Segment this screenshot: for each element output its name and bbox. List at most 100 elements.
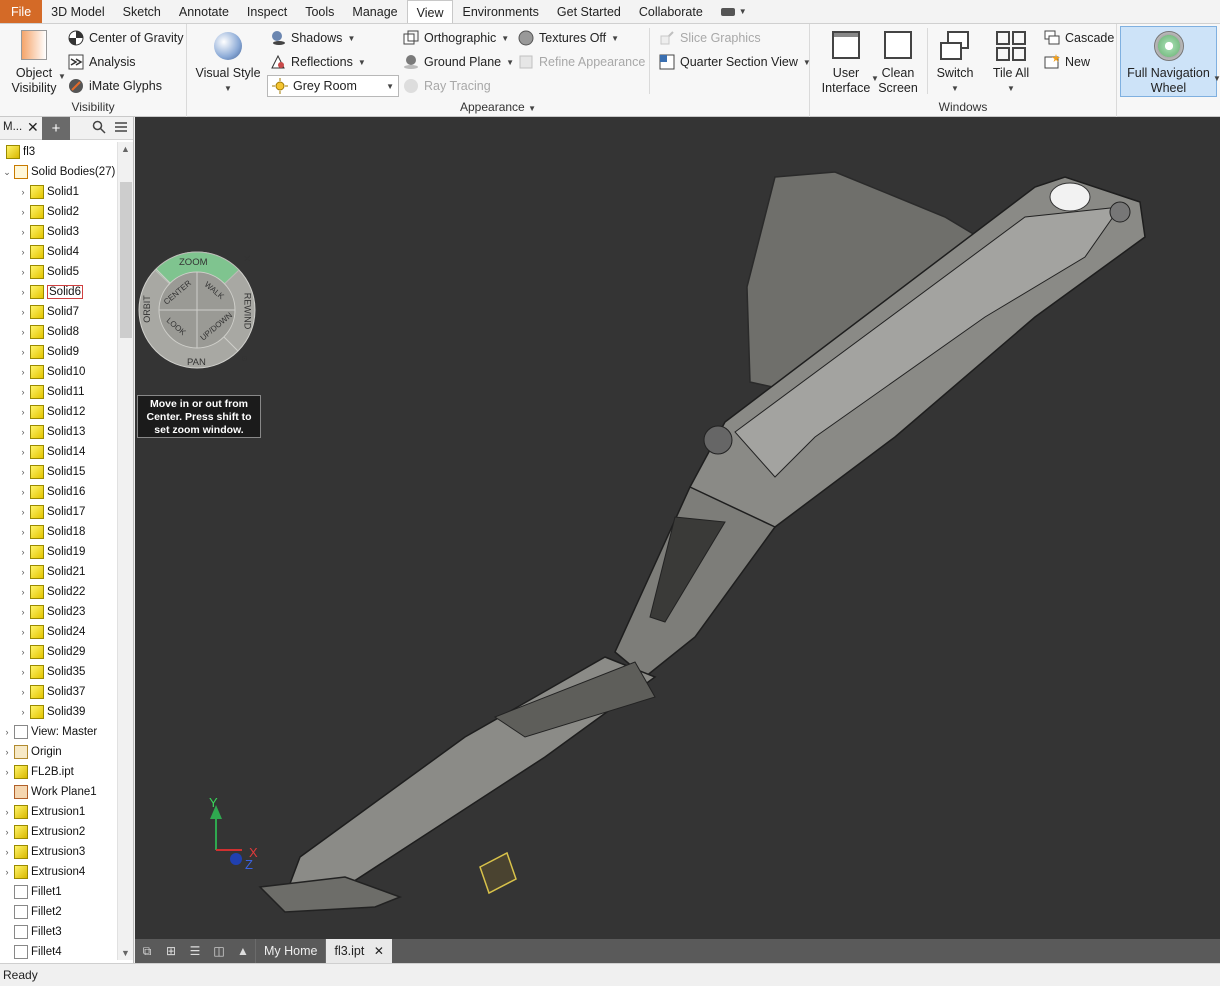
user-interface-button[interactable]: User Interface	[818, 30, 874, 96]
vertical-layout-icon[interactable]: ◫	[207, 939, 231, 963]
tree-root[interactable]: fl3	[4, 142, 35, 162]
scrollbar-thumb[interactable]	[120, 182, 132, 338]
tree-feature-item[interactable]: Work Plane1	[2, 782, 97, 802]
expand-chevron-icon[interactable]: ›	[18, 347, 28, 357]
expand-chevron-icon[interactable]: ›	[18, 567, 28, 577]
lighting-style-dropdown[interactable]: Grey Room ▼	[267, 75, 399, 97]
tree-solid-solid9[interactable]: › Solid9	[18, 342, 79, 362]
tree-feature-item[interactable]: Fillet3	[2, 922, 62, 942]
collapse-chevron-icon[interactable]: ⌄	[2, 167, 12, 178]
tree-solid-solid23[interactable]: › Solid23	[18, 602, 85, 622]
tab-tools[interactable]: Tools	[296, 0, 343, 23]
tree-solid-solid8[interactable]: › Solid8	[18, 322, 79, 342]
scroll-down-icon[interactable]: ▼	[121, 948, 130, 958]
tree-feature-item[interactable]: Fillet2	[2, 902, 62, 922]
expand-chevron-icon[interactable]: ›	[18, 467, 28, 477]
expand-chevron-icon[interactable]: ›	[18, 267, 28, 277]
tree-solid-solid4[interactable]: › Solid4	[18, 242, 79, 262]
close-icon[interactable]: ✕	[27, 119, 39, 136]
tree-solid-bodies[interactable]: ⌄ Solid Bodies(27)	[2, 162, 115, 182]
tree-feature-item[interactable]: › Origin	[2, 742, 62, 762]
new-window-button[interactable]: New	[1044, 54, 1090, 70]
expand-chevron-icon[interactable]: ›	[2, 827, 12, 837]
tree-solid-solid24[interactable]: › Solid24	[18, 622, 85, 642]
expand-chevron-icon[interactable]: ›	[18, 687, 28, 697]
expand-chevron-icon[interactable]: ›	[18, 527, 28, 537]
tree-feature-item[interactable]: › Extrusion3	[2, 842, 85, 862]
navwheel-menu-icon[interactable]: ⊙	[241, 354, 248, 363]
expand-chevron-icon[interactable]: ›	[18, 587, 28, 597]
tab-environments[interactable]: Environments	[453, 0, 547, 23]
tree-feature-item[interactable]: › Extrusion1	[2, 802, 85, 822]
add-browser-button[interactable]: +	[42, 117, 70, 140]
tab-my-home[interactable]: My Home	[255, 939, 325, 963]
expand-chevron-icon[interactable]: ›	[18, 647, 28, 657]
expand-chevron-icon[interactable]: ›	[18, 547, 28, 557]
tree-feature-item[interactable]: › Extrusion4	[2, 862, 85, 882]
expand-chevron-icon[interactable]: ›	[18, 627, 28, 637]
tree-solid-solid15[interactable]: › Solid15	[18, 462, 85, 482]
quarter-section-view-button[interactable]: Quarter Section View ▼	[659, 54, 811, 70]
expand-chevron-icon[interactable]: ›	[18, 387, 28, 397]
tree-solid-solid16[interactable]: › Solid16	[18, 482, 85, 502]
tree-feature-item[interactable]: › FL2B.ipt	[2, 762, 74, 782]
tree-solid-solid11[interactable]: › Solid11	[18, 382, 85, 402]
tree-solid-solid14[interactable]: › Solid14	[18, 442, 85, 462]
tree-solid-solid29[interactable]: › Solid29	[18, 642, 85, 662]
expand-chevron-icon[interactable]: ›	[18, 287, 28, 297]
tab-list-up-icon[interactable]: ▲	[231, 939, 255, 963]
navwheel-orbit[interactable]: ORBIT	[142, 295, 152, 323]
switch-button[interactable]: Switch ▼	[932, 30, 978, 96]
navigation-wheel[interactable]: ZOOM ORBIT CENTER WALK REWIND LOOK UP/DO…	[137, 250, 257, 370]
close-icon[interactable]: ✕	[374, 944, 384, 958]
object-visibility-button[interactable]: Object Visibility	[8, 30, 60, 96]
tile-all-button[interactable]: Tile All ▼	[986, 30, 1036, 96]
reflections-button[interactable]: Reflections ▼	[270, 54, 366, 70]
cascade-button[interactable]: Cascade	[1044, 30, 1114, 46]
imate-glyphs-button[interactable]: iMate Glyphs	[68, 78, 162, 94]
tree-solid-solid21[interactable]: › Solid21	[18, 562, 85, 582]
tree-solid-solid37[interactable]: › Solid37	[18, 682, 85, 702]
search-icon[interactable]	[92, 120, 106, 137]
expand-chevron-icon[interactable]: ›	[2, 867, 12, 877]
graphics-viewport[interactable]: Y X Z ZOOM ORBIT CENTER WALK REWIND LOOK…	[135, 117, 1220, 939]
expand-chevron-icon[interactable]: ›	[18, 427, 28, 437]
expand-chevron-icon[interactable]: ›	[18, 207, 28, 217]
tab-manage[interactable]: Manage	[343, 0, 406, 23]
expand-chevron-icon[interactable]: ›	[18, 327, 28, 337]
tab-sketch[interactable]: Sketch	[114, 0, 170, 23]
expand-chevron-icon[interactable]: ›	[18, 607, 28, 617]
tree-solid-solid1[interactable]: › Solid1	[18, 182, 79, 202]
tab-view[interactable]: View	[406, 0, 454, 23]
expand-chevron-icon[interactable]: ›	[2, 767, 12, 777]
full-navigation-wheel-button[interactable]: Full Navigation Wheel	[1120, 26, 1217, 97]
expand-chevron-icon[interactable]: ›	[18, 407, 28, 417]
analysis-button[interactable]: Analysis	[68, 54, 136, 70]
horizontal-layout-icon[interactable]: ☰	[183, 939, 207, 963]
visual-style-button[interactable]: Visual Style ▼	[195, 30, 261, 96]
tree-solid-solid10[interactable]: › Solid10	[18, 362, 85, 382]
ground-plane-button[interactable]: Ground Plane ▼	[403, 54, 514, 70]
clean-screen-button[interactable]: Clean Screen	[876, 30, 920, 96]
tab-3d-model[interactable]: 3D Model	[42, 0, 114, 23]
expand-chevron-icon[interactable]: ›	[2, 807, 12, 817]
appearance-panel-title[interactable]: Appearance ▼	[187, 100, 809, 114]
tree-solid-solid13[interactable]: › Solid13	[18, 422, 85, 442]
expand-chevron-icon[interactable]: ›	[2, 847, 12, 857]
expand-chevron-icon[interactable]: ›	[18, 307, 28, 317]
expand-chevron-icon[interactable]: ›	[2, 727, 12, 737]
tab-annotate[interactable]: Annotate	[170, 0, 238, 23]
center-of-gravity-button[interactable]: Center of Gravity	[68, 30, 183, 46]
expand-chevron-icon[interactable]: ›	[18, 367, 28, 377]
expand-chevron-icon[interactable]: ›	[18, 447, 28, 457]
textures-off-button[interactable]: Textures Off ▼	[518, 30, 619, 46]
scroll-up-icon[interactable]: ▲	[121, 144, 130, 154]
close-icon[interactable]: ✕	[243, 254, 251, 265]
tile-layout-icon[interactable]: ⊞	[159, 939, 183, 963]
tree-solid-solid12[interactable]: › Solid12	[18, 402, 85, 422]
expand-chevron-icon[interactable]: ›	[18, 227, 28, 237]
tab-collaborate[interactable]: Collaborate	[630, 0, 712, 23]
tree-solid-solid3[interactable]: › Solid3	[18, 222, 79, 242]
tree-feature-item[interactable]: › View: Master	[2, 722, 97, 742]
tree-solid-solid17[interactable]: › Solid17	[18, 502, 85, 522]
